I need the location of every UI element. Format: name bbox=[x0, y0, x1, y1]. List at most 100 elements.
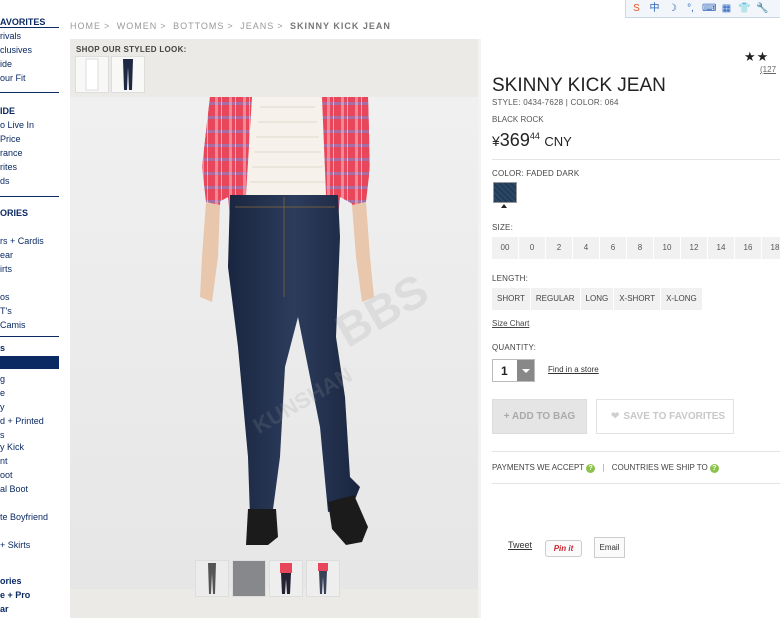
moon-icon[interactable]: ☽ bbox=[666, 2, 679, 15]
sogou-icon[interactable]: S bbox=[630, 2, 643, 15]
price-cents: 44 bbox=[529, 131, 540, 141]
chinese-mode-icon[interactable]: 中 bbox=[648, 2, 661, 15]
nav-item[interactable]: + Skirts bbox=[0, 540, 30, 551]
nav-item[interactable]: T's bbox=[0, 306, 12, 317]
heart-icon: ❤ bbox=[611, 411, 620, 422]
size-option[interactable]: 18 bbox=[762, 237, 780, 259]
size-label: SIZE: bbox=[492, 223, 514, 232]
nav-item[interactable]: oot bbox=[0, 470, 13, 481]
nav-item[interactable]: clusives bbox=[0, 45, 32, 56]
breadcrumb-bottoms[interactable]: BOTTOMS bbox=[173, 21, 224, 31]
nav-divider bbox=[0, 27, 59, 28]
styled-look-thumb-jeans[interactable] bbox=[111, 56, 145, 93]
nav-item[interactable]: ear bbox=[0, 250, 13, 261]
color-code-label: COLOR: bbox=[570, 98, 603, 107]
nav-item[interactable]: nt bbox=[0, 456, 8, 467]
help-icon[interactable]: ? bbox=[586, 464, 596, 473]
size-chart-link[interactable]: Size Chart bbox=[492, 319, 529, 328]
size-option[interactable]: 2 bbox=[546, 237, 572, 259]
punctuation-icon[interactable]: °, bbox=[684, 2, 697, 15]
shirt-icon[interactable]: 👕 bbox=[738, 2, 751, 15]
nav-item-selected[interactable] bbox=[0, 356, 59, 369]
product-image-panel: SHOP OUR STYLED LOOK: KUNSHAN BBS bbox=[70, 39, 478, 618]
size-option[interactable]: 6 bbox=[600, 237, 626, 259]
nav-item[interactable]: d + Printed bbox=[0, 416, 44, 427]
countries-link[interactable]: COUNTRIES WE SHIP TO bbox=[612, 463, 708, 472]
thumbnail-2[interactable] bbox=[232, 560, 266, 597]
length-option[interactable]: SHORT bbox=[492, 288, 530, 310]
size-option[interactable]: 4 bbox=[573, 237, 599, 259]
size-selector: 00 0 2 4 6 8 10 12 14 16 18 bbox=[492, 237, 780, 259]
size-option[interactable]: 16 bbox=[735, 237, 761, 259]
divider-line bbox=[492, 483, 780, 484]
nav-section-heading: IDE bbox=[0, 106, 16, 116]
size-option[interactable]: 14 bbox=[708, 237, 734, 259]
length-option[interactable]: REGULAR bbox=[530, 288, 580, 310]
nav-divider bbox=[0, 196, 59, 197]
breadcrumb-home[interactable]: HOME bbox=[70, 21, 101, 31]
panel-divider bbox=[478, 39, 481, 618]
price: ¥36944 CNY bbox=[492, 130, 572, 151]
nav-item[interactable]: s bbox=[0, 430, 5, 441]
payments-link[interactable]: PAYMENTS WE ACCEPT bbox=[492, 463, 584, 472]
review-count-link[interactable]: (127 bbox=[760, 65, 776, 74]
chevron-down-icon[interactable] bbox=[517, 360, 534, 381]
nav-item[interactable]: y Kick bbox=[0, 442, 24, 453]
nav-item[interactable]: rites bbox=[0, 162, 17, 173]
add-to-bag-button[interactable]: + ADD TO BAG bbox=[492, 399, 587, 434]
pin-it-button[interactable]: Pin it bbox=[545, 540, 582, 557]
size-option[interactable]: 10 bbox=[654, 237, 680, 259]
nav-item[interactable]: o Live In bbox=[0, 120, 34, 131]
length-selector: SHORT REGULAR LONG X-SHORT X-LONG bbox=[492, 288, 703, 310]
ime-toolbar: S 中 ☽ °, ⌨ ▦ 👕 🔧 bbox=[625, 0, 780, 18]
nav-item[interactable]: g bbox=[0, 374, 5, 385]
style-number: 0434-7628 bbox=[523, 98, 564, 107]
thumbnail-4[interactable] bbox=[306, 560, 340, 597]
nav-item[interactable]: e bbox=[0, 388, 5, 399]
price-currency-symbol: ¥ bbox=[492, 133, 500, 149]
size-option[interactable]: 00 bbox=[492, 237, 518, 259]
nav-item[interactable]: Price bbox=[0, 134, 21, 145]
size-option[interactable]: 8 bbox=[627, 237, 653, 259]
grid-icon[interactable]: ▦ bbox=[720, 2, 733, 15]
nav-item[interactable]: irts bbox=[0, 264, 12, 275]
nav-item[interactable]: te Boyfriend bbox=[0, 512, 48, 523]
color-swatch-faded-dark[interactable] bbox=[493, 182, 517, 203]
breadcrumb-separator: > bbox=[160, 21, 167, 31]
breadcrumb-women[interactable]: WOMEN bbox=[117, 21, 158, 31]
breadcrumb-separator: > bbox=[227, 21, 234, 31]
left-category-nav: AVORITES rivals clusives ide our Fit IDE o Liv… bbox=[0, 0, 59, 618]
email-button[interactable]: Email bbox=[594, 537, 625, 558]
thumbnail-3[interactable] bbox=[269, 560, 303, 597]
breadcrumb-jeans[interactable]: JEANS bbox=[240, 21, 274, 31]
nav-item[interactable]: y bbox=[0, 402, 5, 413]
length-option[interactable]: LONG bbox=[580, 288, 614, 310]
thumbnail-1[interactable] bbox=[195, 560, 229, 597]
nav-divider bbox=[0, 336, 59, 337]
nav-item[interactable]: rs + Cardis bbox=[0, 236, 44, 247]
nav-item[interactable]: ide bbox=[0, 59, 12, 70]
nav-item[interactable]: al Boot bbox=[0, 484, 28, 495]
tweet-button[interactable]: Tweet bbox=[508, 540, 532, 550]
find-in-store-link[interactable]: Find in a store bbox=[548, 365, 599, 374]
length-option[interactable]: X-LONG bbox=[661, 288, 702, 310]
nav-item[interactable]: ds bbox=[0, 176, 10, 187]
nav-item[interactable]: os bbox=[0, 292, 10, 303]
save-to-favorites-button[interactable]: ❤ SAVE TO FAVORITES bbox=[596, 399, 734, 434]
size-option[interactable]: 12 bbox=[681, 237, 707, 259]
nav-item[interactable]: our Fit bbox=[0, 73, 26, 84]
size-option[interactable]: 0 bbox=[519, 237, 545, 259]
breadcrumb-current: SKINNY KICK JEAN bbox=[289, 21, 391, 31]
styled-look-thumb-top[interactable] bbox=[75, 56, 109, 93]
quantity-select[interactable]: 1 bbox=[492, 359, 535, 382]
nav-item[interactable]: rivals bbox=[0, 31, 21, 42]
nav-item[interactable]: Camis bbox=[0, 320, 26, 331]
wrench-icon[interactable]: 🔧 bbox=[756, 2, 769, 15]
variant-name: BLACK ROCK bbox=[492, 115, 544, 124]
main-product-photo[interactable]: KUNSHAN BBS bbox=[70, 97, 478, 589]
nav-item[interactable]: rance bbox=[0, 148, 23, 159]
length-option[interactable]: X-SHORT bbox=[614, 288, 661, 310]
keyboard-icon[interactable]: ⌨ bbox=[702, 2, 716, 15]
rating-stars[interactable]: ★★ bbox=[744, 49, 769, 65]
help-icon[interactable]: ? bbox=[709, 464, 719, 473]
